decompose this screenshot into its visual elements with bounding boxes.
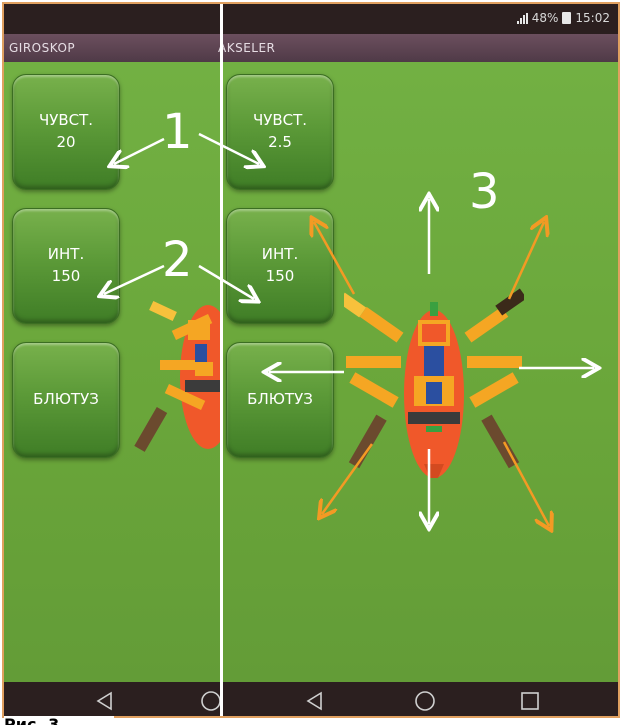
figure-caption: Рис. 3: [4, 716, 114, 725]
home-icon[interactable]: [414, 690, 436, 712]
phone-screen: 48% 15:02 GIROSKOP AKSELER ЧУВСТ. 20 ИНТ…: [2, 2, 620, 718]
back-icon[interactable]: [304, 690, 326, 712]
back-icon[interactable]: [94, 690, 116, 712]
screen-divider: [220, 4, 223, 716]
recent-apps-icon[interactable]: [519, 690, 541, 712]
annotation-label-3: 3: [469, 164, 500, 220]
home-icon[interactable]: [200, 690, 222, 712]
annotation-label-1: 1: [162, 104, 193, 160]
annotation-label-2: 2: [162, 232, 193, 288]
navigation-bar: [4, 682, 618, 716]
annotation-arrows: [4, 132, 620, 718]
